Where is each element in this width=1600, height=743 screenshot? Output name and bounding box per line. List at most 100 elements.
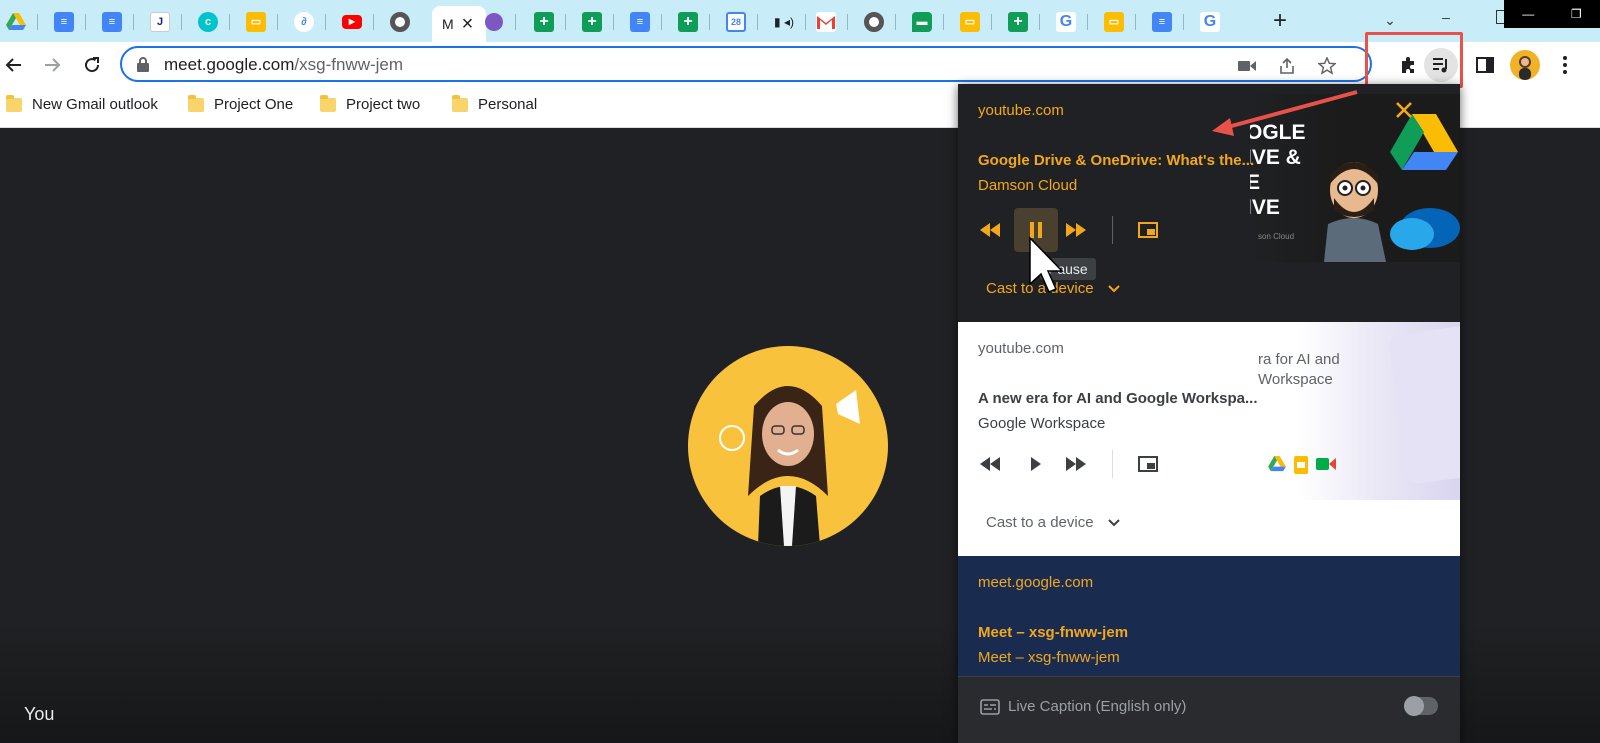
tab-search-chevron-icon[interactable]: ⌄	[1378, 8, 1402, 32]
media-controls-dialog: OGLE IVE & E IVE son Cloud	[958, 84, 1460, 743]
thumb-device	[1387, 325, 1460, 485]
tab-canva[interactable]: c	[188, 8, 230, 36]
tab-sheets-2[interactable]: +	[572, 8, 614, 36]
tab-slides-3[interactable]: ▭	[1094, 8, 1136, 36]
workspace-app-icons	[1268, 456, 1336, 474]
close-tab-icon[interactable]: ×	[462, 14, 474, 34]
tab-docs-1[interactable]: ≡	[44, 8, 86, 36]
restore-button[interactable]: ❐	[1571, 7, 1582, 21]
chrome-icon	[390, 12, 410, 32]
person-avatar-icon	[1519, 56, 1531, 80]
tab-multi-app[interactable]: ∂	[284, 8, 326, 36]
pause-icon	[1030, 222, 1042, 238]
bookmark-project-one[interactable]: Project One	[188, 94, 294, 113]
bookmark-label: Project two	[346, 96, 421, 113]
previous-track-button[interactable]	[972, 446, 1008, 482]
picture-in-picture-button[interactable]	[1130, 212, 1166, 248]
camera-icon[interactable]	[1236, 55, 1258, 77]
profile-avatar[interactable]	[1510, 50, 1540, 80]
tab-audio-playing[interactable]: ▮ ◂)	[764, 8, 806, 36]
media-card-1[interactable]: OGLE IVE & E IVE son Cloud	[958, 84, 1460, 322]
tab-docs-3[interactable]: ≡	[620, 8, 662, 36]
browser-window: ≡ ≡ J c ▭ ∂ ▶ M × + + ≡ + 28 ▮ ◂) ▬ ▭ + …	[0, 0, 1600, 743]
rewind-icon	[980, 457, 1000, 471]
share-icon[interactable]	[1276, 55, 1298, 77]
closed-caption-icon	[980, 699, 1000, 715]
media-controls-button[interactable]	[1424, 48, 1458, 82]
tab-google-2[interactable]: G	[1190, 8, 1230, 36]
bookmark-personal[interactable]: Personal	[452, 94, 538, 113]
fast-forward-icon	[1066, 457, 1086, 471]
google-drive-icon	[1268, 456, 1286, 472]
media-title: Google Drive & OneDrive: What's the...	[978, 152, 1255, 169]
bookmark-project-two[interactable]: Project two	[320, 94, 421, 113]
minimize-button[interactable]: —	[1522, 7, 1534, 21]
tab-chat[interactable]: ▬	[902, 8, 944, 36]
menu-button[interactable]	[1552, 52, 1578, 78]
arrow-right-icon	[45, 58, 61, 72]
url-host: meet.google.com	[164, 55, 295, 74]
tab-j-app[interactable]: J	[140, 8, 182, 36]
tor-icon	[485, 13, 503, 31]
lock-icon	[137, 57, 149, 72]
back-button[interactable]	[0, 51, 28, 79]
tab-tor[interactable]	[474, 8, 516, 36]
tab-chrome-1[interactable]	[380, 8, 420, 36]
next-track-button[interactable]	[1058, 446, 1094, 482]
thumb-caption: son Cloud	[1258, 232, 1295, 241]
bookmark-new-gmail-outlook[interactable]: New Gmail outlook	[6, 94, 158, 113]
toggle-knob	[1404, 696, 1424, 716]
bookmark-label: Personal	[478, 96, 538, 113]
tab-slides-2[interactable]: ▭	[950, 8, 992, 36]
media-card-2[interactable]: ra for AI and Workspace youtube.com A ne…	[958, 322, 1460, 556]
extensions-button[interactable]	[1396, 52, 1422, 78]
new-tab-button[interactable]: +	[1266, 8, 1294, 36]
url-text[interactable]: meet.google.com/xsg-fnww-jem	[164, 55, 403, 75]
address-bar[interactable]: meet.google.com/xsg-fnww-jem	[120, 46, 1372, 82]
video-thumbnail: OGLE IVE & E IVE son Cloud	[1250, 94, 1460, 262]
picture-in-picture-button[interactable]	[1130, 446, 1166, 482]
chevron-down-icon	[1107, 518, 1120, 526]
tab-sheets-1[interactable]: +	[524, 8, 566, 36]
google-chat-icon: ▬	[912, 12, 932, 32]
minimize-icon[interactable]: –	[1438, 10, 1454, 26]
tab-youtube[interactable]: ▶	[332, 8, 374, 36]
tab-chrome-2[interactable]	[854, 8, 896, 36]
previous-track-button[interactable]	[972, 212, 1008, 248]
browser-toolbar: meet.google.com/xsg-fnww-jem	[0, 32, 1600, 88]
tab-google-drive[interactable]	[0, 8, 38, 36]
url-path: /xsg-fnww-jem	[294, 55, 404, 74]
pause-button[interactable]	[1014, 208, 1058, 252]
tab-sheets-4[interactable]: +	[998, 8, 1040, 36]
participant-avatar	[688, 346, 888, 546]
folder-icon	[6, 94, 22, 112]
reload-button[interactable]	[78, 51, 106, 79]
forward-button[interactable]	[38, 51, 66, 79]
play-icon	[1031, 457, 1041, 471]
cast-to-device-button[interactable]: Cast to a device	[986, 280, 1120, 297]
side-panel-button[interactable]	[1472, 52, 1498, 78]
media-card-3[interactable]: meet.google.com Meet – xsg-fnww-jem Meet…	[958, 556, 1460, 676]
close-dialog-button[interactable]	[1394, 100, 1414, 120]
tab-slides-1[interactable]: ▭	[236, 8, 278, 36]
tab-gmail[interactable]	[806, 8, 848, 36]
next-track-button[interactable]	[1058, 212, 1094, 248]
tab-google-1[interactable]: G	[1046, 8, 1088, 36]
live-caption-toggle[interactable]	[1404, 696, 1438, 716]
folder-icon	[320, 94, 336, 112]
cast-to-device-button[interactable]: Cast to a device	[986, 514, 1120, 531]
tab-docs-2[interactable]: ≡	[92, 8, 134, 36]
google-slides-icon: ▭	[246, 12, 266, 32]
bookmark-star-icon[interactable]	[1316, 55, 1338, 77]
tab-calendar[interactable]: 28	[716, 8, 758, 36]
google-docs-icon: ≡	[102, 12, 122, 32]
media-artist: Google Workspace	[978, 415, 1106, 432]
youtube-icon: ▶	[342, 15, 362, 29]
tab-sheets-3[interactable]: +	[668, 8, 710, 36]
tab-docs-4[interactable]: ≡	[1142, 8, 1184, 36]
bookmark-label: Project One	[214, 96, 294, 113]
play-button[interactable]	[1018, 446, 1054, 482]
google-sheets-icon: +	[534, 12, 554, 32]
self-label: You	[24, 704, 55, 724]
google-drive-logo-icon	[1390, 114, 1458, 170]
